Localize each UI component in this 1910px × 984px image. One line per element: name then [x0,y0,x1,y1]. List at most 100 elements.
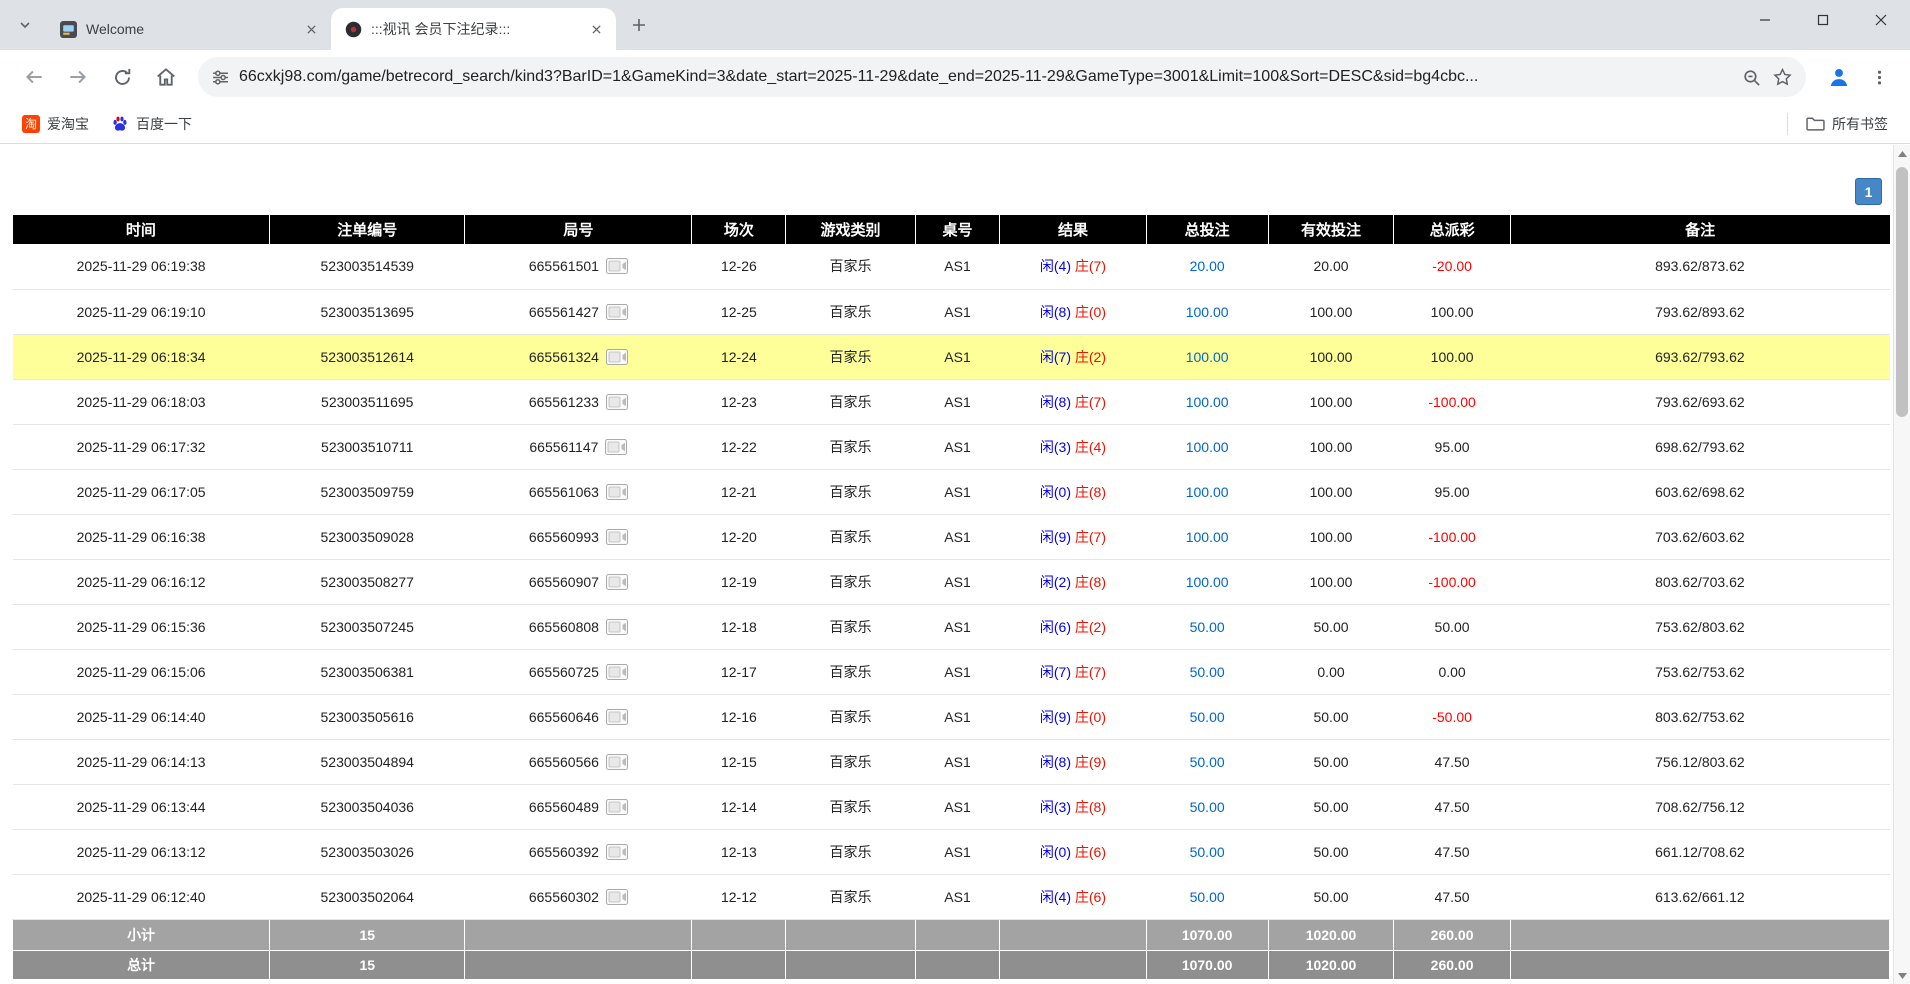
table-row[interactable]: 2025-11-29 06:13:44523003504036665560489… [13,784,1890,829]
table-row[interactable]: 2025-11-29 06:14:13523003504894665560566… [13,739,1890,784]
total-bet-link[interactable]: 50.00 [1190,664,1225,680]
video-replay-icon[interactable] [606,258,628,274]
total-bet-link[interactable]: 100.00 [1186,439,1229,455]
video-replay-icon[interactable] [605,439,627,455]
video-replay-icon[interactable] [606,664,628,680]
browser-menu-icon[interactable] [1862,60,1896,94]
table-row[interactable]: 2025-11-29 06:16:38523003509028665560993… [13,514,1890,559]
cell-bet-id: 523003514539 [270,244,465,289]
total-bet-link[interactable]: 50.00 [1190,844,1225,860]
profile-avatar-icon[interactable] [1820,58,1858,96]
subtotal-valid-bet: 1020.00 [1268,919,1394,950]
total-bet-link[interactable]: 50.00 [1190,889,1225,905]
cell-result: 闲(9) 庄(0) [1000,694,1146,739]
result-player: 闲(0) [1040,484,1071,500]
cell-remark: 803.62/753.62 [1510,694,1889,739]
total-bet-link[interactable]: 100.00 [1186,529,1229,545]
zoom-icon[interactable] [1742,68,1761,87]
total-bet-link[interactable]: 20.00 [1190,258,1225,274]
maximize-button[interactable] [1794,0,1852,40]
scrollbar-up-icon[interactable] [1894,145,1910,162]
result-banker: 庄(7) [1075,258,1106,274]
site-info-icon[interactable] [212,69,229,86]
cell-total-bet: 100.00 [1146,469,1268,514]
bookmark-star-icon[interactable] [1773,68,1792,87]
cell-valid-bet: 50.00 [1268,694,1394,739]
taobao-icon: 淘 [22,115,40,133]
scrollbar-down-icon[interactable] [1894,967,1910,984]
video-replay-icon[interactable] [606,619,628,635]
total-bet-link[interactable]: 50.00 [1190,709,1225,725]
total-bet-link[interactable]: 100.00 [1186,394,1229,410]
tab-bet-record[interactable]: :::视讯 会员下注纪录::: [331,8,616,50]
table-row[interactable]: 2025-11-29 06:18:03523003511695665561233… [13,379,1890,424]
cell-session: 12-16 [692,694,786,739]
bet-records-table: 时间 注单编号 局号 场次 游戏类别 桌号 结果 总投注 有效投注 总派彩 备注… [12,215,1890,980]
video-replay-icon[interactable] [606,799,628,815]
minimize-button[interactable] [1736,0,1794,40]
forward-icon[interactable] [58,57,98,97]
subtotal-count: 15 [270,919,465,950]
table-row[interactable]: 2025-11-29 06:17:32523003510711665561147… [13,424,1890,469]
cell-payout: -20.00 [1394,244,1510,289]
cell-time: 2025-11-29 06:19:10 [13,289,270,334]
video-replay-icon[interactable] [606,889,628,905]
video-replay-icon[interactable] [606,844,628,860]
total-bet-link[interactable]: 100.00 [1186,574,1229,590]
table-row[interactable]: 2025-11-29 06:16:12523003508277665560907… [13,559,1890,604]
back-icon[interactable] [14,57,54,97]
video-replay-icon[interactable] [606,529,628,545]
total-bet-link[interactable]: 50.00 [1190,754,1225,770]
table-row[interactable]: 2025-11-29 06:12:40523003502064665560302… [13,874,1890,919]
cell-remark: 893.62/873.62 [1510,244,1889,289]
table-row[interactable]: 2025-11-29 06:15:36523003507245665560808… [13,604,1890,649]
total-bet-link[interactable]: 100.00 [1186,349,1229,365]
total-bet-link[interactable]: 100.00 [1186,484,1229,500]
url-text[interactable]: 66cxkj98.com/game/betrecord_search/kind3… [239,68,1732,86]
video-replay-icon[interactable] [606,484,628,500]
tab-search-chevron-icon[interactable] [10,10,40,40]
bookmarks-bar: 淘 爱淘宝 百度一下 所有书签 [0,104,1910,144]
scrollbar[interactable] [1893,145,1910,984]
result-banker: 庄(9) [1075,754,1106,770]
table-row[interactable]: 2025-11-29 06:18:34523003512614665561324… [13,334,1890,379]
new-tab-button[interactable] [624,10,654,40]
bookmark-baidu[interactable]: 百度一下 [103,110,200,138]
bookmark-taobao[interactable]: 淘 爱淘宝 [14,110,97,138]
grand-total-row: 总计 15 1070.00 1020.00 260.00 [13,950,1890,979]
page-1-button[interactable]: 1 [1855,178,1882,205]
cell-round-id: 665560725 [465,649,692,694]
cell-total-bet: 100.00 [1146,559,1268,604]
tab-close-icon[interactable] [301,19,321,39]
scrollbar-thumb[interactable] [1896,167,1908,417]
table-row[interactable]: 2025-11-29 06:13:12523003503026665560392… [13,829,1890,874]
table-row[interactable]: 2025-11-29 06:15:06523003506381665560725… [13,649,1890,694]
video-replay-icon[interactable] [606,574,628,590]
cell-payout: 100.00 [1394,289,1510,334]
all-bookmarks-button[interactable]: 所有书签 [1798,110,1896,138]
video-replay-icon[interactable] [606,709,628,725]
tab-welcome[interactable]: Welcome [46,8,331,50]
table-row[interactable]: 2025-11-29 06:14:40523003505616665560646… [13,694,1890,739]
cell-session: 12-23 [692,379,786,424]
close-button[interactable] [1852,0,1910,40]
table-row[interactable]: 2025-11-29 06:17:05523003509759665561063… [13,469,1890,514]
total-bet-link[interactable]: 50.00 [1190,619,1225,635]
table-row[interactable]: 2025-11-29 06:19:10523003513695665561427… [13,289,1890,334]
total-bet-link[interactable]: 50.00 [1190,799,1225,815]
cell-time: 2025-11-29 06:19:38 [13,244,270,289]
video-replay-icon[interactable] [606,394,628,410]
cell-remark: 753.62/753.62 [1510,649,1889,694]
result-banker: 庄(7) [1075,394,1106,410]
header-result: 结果 [1000,215,1146,244]
baidu-paw-icon [111,115,129,133]
address-bar[interactable]: 66cxkj98.com/game/betrecord_search/kind3… [198,57,1806,97]
total-bet-link[interactable]: 100.00 [1186,304,1229,320]
home-icon[interactable] [146,57,186,97]
video-replay-icon[interactable] [606,349,628,365]
refresh-icon[interactable] [102,57,142,97]
video-replay-icon[interactable] [606,304,628,320]
table-row[interactable]: 2025-11-29 06:19:38523003514539665561501… [13,244,1890,289]
tab-close-icon[interactable] [586,19,606,39]
video-replay-icon[interactable] [606,754,628,770]
